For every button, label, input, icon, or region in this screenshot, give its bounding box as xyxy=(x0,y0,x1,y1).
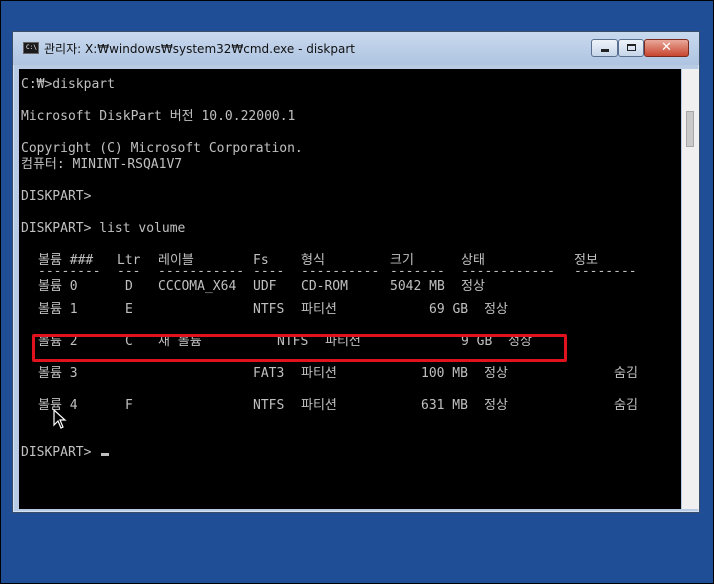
volume-number: 볼륨 1 xyxy=(38,302,78,317)
volume-status: 정상 xyxy=(484,366,508,381)
volume-number: 볼륨 0 xyxy=(38,279,78,294)
volume-type: 파티션 xyxy=(301,398,337,413)
volume-status: 정상 xyxy=(484,398,508,413)
console-line: DISKPART> xyxy=(21,189,92,204)
column-separator: ---------- xyxy=(301,264,380,279)
close-icon: ✕ xyxy=(661,40,672,55)
volume-size: 100 MB xyxy=(421,366,468,381)
volume-letter: F xyxy=(125,398,133,413)
column-separator: ---- xyxy=(253,264,285,279)
maximize-icon xyxy=(627,44,636,51)
volume-fs: NTFS xyxy=(253,398,285,413)
column-separator: ----------- xyxy=(158,264,245,279)
minimize-icon xyxy=(601,49,609,52)
volume-fs: FAT3 xyxy=(253,366,285,381)
close-button[interactable]: ✕ xyxy=(644,39,689,57)
volume-type: CD-ROM xyxy=(301,279,348,294)
column-separator: ------- xyxy=(390,264,445,279)
volume-size: 69 GB xyxy=(429,302,469,317)
column-separator: --- xyxy=(117,264,141,279)
maximize-button[interactable] xyxy=(618,39,644,57)
volume-letter: D xyxy=(125,279,133,294)
vertical-scrollbar[interactable] xyxy=(682,69,699,509)
cmd-window: C:\ 관리자: X:₩windows₩system32₩cmd.exe - d… xyxy=(12,31,700,513)
cmd-icon-label: C:\ xyxy=(26,44,37,51)
volume-label: CCCOMA_X64 xyxy=(158,279,237,294)
volume-fs: UDF xyxy=(253,279,277,294)
volume-number: 볼륨 3 xyxy=(38,366,78,381)
column-separator: ------------ xyxy=(461,264,555,279)
console-output[interactable]: C:₩>diskpart Microsoft DiskPart 버전 10.0.… xyxy=(19,69,681,509)
volume-info: 숨김 xyxy=(614,398,638,413)
console-line: C:₩>diskpart xyxy=(21,77,115,92)
volume-info: 숨김 xyxy=(614,366,638,381)
console-line: DISKPART> list volume xyxy=(21,221,186,236)
volume-size: 5042 MB xyxy=(390,279,445,294)
text-cursor xyxy=(101,453,109,456)
column-separator: -------- xyxy=(38,264,101,279)
scrollbar-thumb[interactable] xyxy=(686,111,694,147)
console-line: 컴퓨터: MININT-RSQA1V7 xyxy=(21,157,183,172)
volume-fs: NTFS xyxy=(253,302,285,317)
volume-size: 631 MB xyxy=(421,398,468,413)
volume-status: 정상 xyxy=(484,302,508,317)
volume-type: 파티션 xyxy=(301,366,337,381)
window-title: 관리자: X:₩windows₩system32₩cmd.exe - diskp… xyxy=(44,42,355,56)
console-prompt[interactable]: DISKPART> xyxy=(21,445,99,461)
volume-status: 정상 xyxy=(461,279,485,294)
console-line: Microsoft DiskPart 버전 10.0.22000.1 xyxy=(21,109,296,124)
volume-type: 파티션 xyxy=(301,302,337,317)
volume-letter: E xyxy=(125,302,133,317)
minimize-button[interactable] xyxy=(591,39,618,57)
title-bar[interactable]: C:\ 관리자: X:₩windows₩system32₩cmd.exe - d… xyxy=(13,32,699,65)
cmd-icon[interactable]: C:\ xyxy=(23,42,39,54)
console-line: Copyright (C) Microsoft Corporation. xyxy=(21,141,303,156)
highlight-box xyxy=(32,334,567,362)
mouse-pointer-icon xyxy=(53,408,67,433)
column-separator: -------- xyxy=(574,264,637,279)
